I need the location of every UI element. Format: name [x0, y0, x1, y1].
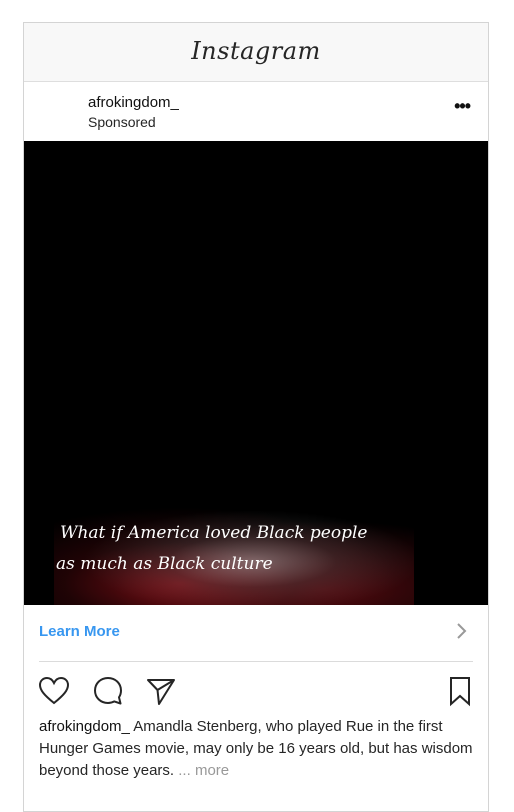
action-bar: [24, 671, 488, 711]
share-icon[interactable]: [145, 675, 177, 707]
sponsored-label: Sponsored: [88, 114, 156, 130]
chevron-right-icon[interactable]: [456, 621, 468, 641]
instagram-post-frame: Instagram afrokingdom_ Sponsored ••• Wha…: [23, 22, 489, 812]
comment-icon[interactable]: [92, 675, 124, 707]
bookmark-icon[interactable]: [444, 675, 476, 707]
heart-icon[interactable]: [38, 675, 70, 707]
more-options-icon[interactable]: •••: [454, 96, 471, 117]
post-caption: afrokingdom_ Amandla Stenberg, who playe…: [39, 716, 476, 782]
post-username[interactable]: afrokingdom_: [88, 94, 179, 111]
instagram-logo: Instagram: [191, 37, 321, 65]
top-bar: Instagram: [24, 23, 488, 82]
caption-username[interactable]: afrokingdom_: [39, 718, 130, 735]
learn-more-button[interactable]: Learn More: [39, 623, 120, 640]
caption-more-link[interactable]: more: [195, 762, 229, 779]
learn-more-bar[interactable]: Learn More: [24, 605, 488, 661]
post-header: afrokingdom_ Sponsored •••: [24, 82, 488, 142]
media-tagline: What if America loved Black people as mu…: [56, 518, 368, 580]
divider: [39, 661, 473, 662]
post-media[interactable]: What if America loved Black people as mu…: [24, 141, 488, 605]
tagline-line-2: as much as Black culture: [56, 554, 273, 574]
tagline-line-1: What if America loved Black people: [60, 523, 368, 543]
caption-ellipsis: ...: [178, 762, 191, 779]
